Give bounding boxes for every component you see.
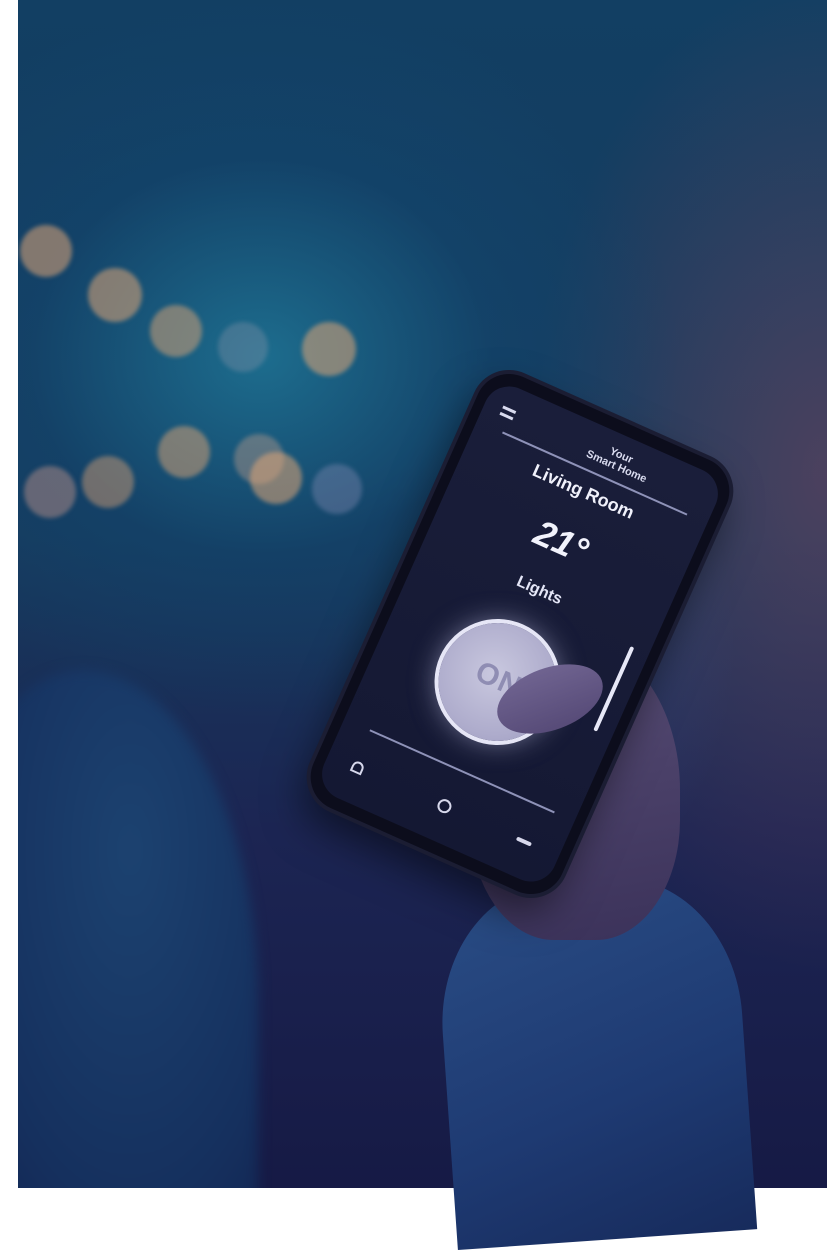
back-icon[interactable] bbox=[515, 836, 533, 847]
shoulder-sleeve bbox=[18, 670, 258, 1188]
bokeh-light bbox=[302, 322, 356, 376]
bokeh-light bbox=[82, 456, 134, 508]
menu-icon[interactable] bbox=[499, 405, 517, 421]
bokeh-light bbox=[24, 466, 76, 518]
bokeh-light bbox=[150, 305, 202, 357]
bokeh-light bbox=[250, 452, 302, 504]
circle-icon[interactable] bbox=[435, 796, 454, 816]
home-icon[interactable] bbox=[349, 759, 366, 776]
bokeh-light bbox=[218, 322, 268, 372]
bokeh-light bbox=[20, 225, 72, 277]
bokeh-light bbox=[158, 426, 210, 478]
bokeh-light bbox=[312, 464, 362, 514]
bokeh-light bbox=[88, 268, 142, 322]
